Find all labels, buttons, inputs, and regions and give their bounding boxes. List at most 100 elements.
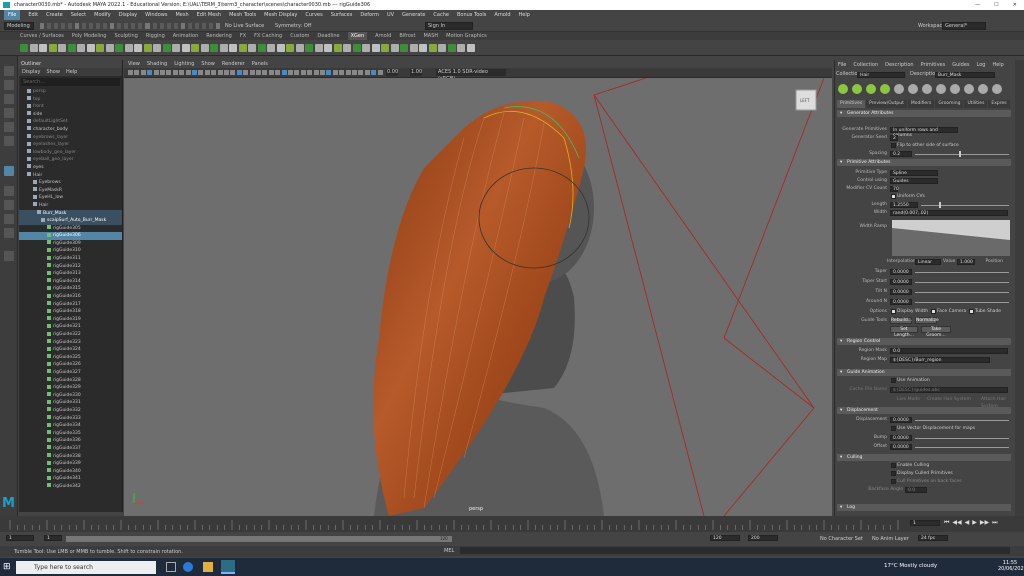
- menu-bonus-tools[interactable]: Bonus Tools: [457, 10, 486, 20]
- menu-select[interactable]: Select: [71, 10, 86, 20]
- shelf-tab-xgen[interactable]: XGen: [347, 32, 368, 40]
- menu-display[interactable]: Display: [119, 10, 137, 20]
- shelf-tool-icon[interactable]: [181, 44, 190, 52]
- outliner-row[interactable]: eyelashes_layer: [19, 141, 122, 149]
- status-tool-icon[interactable]: [89, 23, 94, 29]
- cv-field[interactable]: 70: [890, 186, 899, 192]
- anim-layer[interactable]: No Anim Layer: [872, 535, 909, 543]
- xgen-tab-preview-output[interactable]: Preview/Output: [866, 100, 907, 108]
- shelf-tab-rigging[interactable]: Rigging: [146, 32, 165, 40]
- outliner-row[interactable]: rigGuide314: [19, 278, 122, 286]
- viewport-tool-icon[interactable]: [230, 70, 236, 75]
- outliner-row[interactable]: rigGuide309: [19, 240, 122, 248]
- outliner-row[interactable]: Hair: [19, 202, 122, 210]
- section-generator[interactable]: Generator Attributes: [837, 110, 1011, 117]
- rotate-tool-icon[interactable]: [4, 122, 14, 132]
- menu-mesh[interactable]: Mesh: [175, 10, 188, 20]
- displacement-field[interactable]: 0.0000: [890, 417, 912, 423]
- shelf-tool-icon[interactable]: [39, 44, 47, 52]
- taskbar-search-input[interactable]: Type here to search: [16, 561, 156, 574]
- status-tool-icon[interactable]: [75, 23, 80, 29]
- status-tool-icon[interactable]: [159, 23, 164, 29]
- outliner-row[interactable]: eyebrows_layer: [19, 134, 122, 142]
- shelf-tool-icon[interactable]: [409, 44, 418, 52]
- shelf-tool-icon[interactable]: [172, 44, 180, 52]
- viewport-tool-icon[interactable]: [198, 70, 204, 75]
- xgen-tool-icon[interactable]: [908, 84, 918, 94]
- viewport-tool-icon[interactable]: [281, 70, 287, 75]
- around-field[interactable]: 0.0000: [890, 299, 912, 305]
- xgen-tool-icon[interactable]: [992, 84, 1002, 94]
- gen-seed-field[interactable]: 2: [890, 135, 898, 141]
- outliner-row[interactable]: rigGuide312: [19, 263, 122, 271]
- end-frame-field[interactable]: 200: [748, 535, 778, 541]
- section-log[interactable]: Log: [837, 504, 1011, 511]
- outliner-row[interactable]: rigGuide305: [19, 225, 122, 233]
- taper-start-slider[interactable]: [915, 282, 1009, 283]
- shelf-tool-icon[interactable]: [248, 44, 256, 52]
- shelf-tool-icon[interactable]: [86, 44, 95, 52]
- shelf-tool-icon[interactable]: [96, 44, 104, 52]
- outliner-row[interactable]: scalpSurf_Auto_Burr_Mask: [19, 217, 122, 225]
- display-culled-checkbox[interactable]: [891, 471, 896, 476]
- layout-graph-icon[interactable]: [4, 228, 14, 238]
- lasso-tool-icon[interactable]: [4, 80, 14, 90]
- taper-field[interactable]: 0.0000: [890, 269, 912, 275]
- shelf-tab-poly-modeling[interactable]: Poly Modeling: [72, 32, 107, 40]
- outliner-row[interactable]: Eyebrows: [19, 179, 122, 187]
- viewport-tool-icon[interactable]: [172, 70, 178, 75]
- rebuild-button[interactable]: Rebuild...: [890, 317, 912, 324]
- xgen-tab-utilities[interactable]: Utilities: [964, 100, 988, 108]
- viewport-tool-icon[interactable]: [364, 70, 370, 75]
- region-mask-field[interactable]: 0.0: [890, 348, 1008, 354]
- shelf-tool-icon[interactable]: [400, 44, 408, 52]
- offset-field[interactable]: 0.0000: [890, 444, 912, 450]
- shelf-tool-icon[interactable]: [162, 44, 171, 52]
- shelf-tab-custom[interactable]: Custom: [290, 32, 309, 40]
- outliner-row[interactable]: rigGuide340: [19, 468, 122, 476]
- shelf-tool-icon[interactable]: [153, 44, 161, 52]
- shelf-tool-icon[interactable]: [210, 44, 218, 52]
- xgen-tool-icon[interactable]: [964, 84, 974, 94]
- offset-slider[interactable]: [915, 447, 1009, 448]
- outliner-row[interactable]: rigGuide339: [19, 460, 122, 468]
- edge-icon[interactable]: [183, 562, 193, 572]
- shelf-tool-icon[interactable]: [305, 44, 313, 52]
- shelf-tool-icon[interactable]: [333, 44, 342, 52]
- menu-edit[interactable]: Edit: [28, 10, 38, 20]
- width-field[interactable]: rand(0.007,.02): [890, 210, 1008, 216]
- status-tool-icon[interactable]: [82, 23, 87, 29]
- length-field[interactable]: 1.2550: [890, 202, 918, 208]
- set-length-button[interactable]: Set Length...: [890, 326, 918, 338]
- status-tool-icon[interactable]: [40, 23, 45, 29]
- menu-windows[interactable]: Windows: [145, 10, 167, 20]
- section-primitive[interactable]: Primitive Attributes: [837, 159, 1011, 166]
- minimize-icon[interactable]: —: [975, 0, 980, 10]
- shelf-tab-sculpting[interactable]: Sculpting: [114, 32, 137, 40]
- mel-label[interactable]: MEL: [444, 547, 454, 555]
- viewport-tool-icon[interactable]: [249, 70, 255, 75]
- clock[interactable]: 11:55 20/06/2022: [998, 560, 1024, 572]
- time-slider[interactable]: 1 ⏮ ◀◀ ◀ ▶ ▶▶ ⏭: [0, 516, 1024, 532]
- xgen-tab-grooming[interactable]: Grooming: [935, 100, 964, 108]
- shelf-tool-icon[interactable]: [229, 44, 237, 52]
- shelf-tool-icon[interactable]: [257, 44, 266, 52]
- viewport-tool-icon[interactable]: [332, 70, 338, 75]
- xgen-tool-icon[interactable]: [922, 84, 932, 94]
- outliner-row[interactable]: top: [19, 96, 122, 104]
- shelf-tool-icon[interactable]: [29, 44, 38, 52]
- shelf-tool-icon[interactable]: [77, 44, 85, 52]
- shelf-tool-icon[interactable]: [419, 44, 427, 52]
- side-tabs[interactable]: [1015, 60, 1024, 516]
- outliner-row[interactable]: rigGuide323: [19, 339, 122, 347]
- outliner-row[interactable]: rigGuide316: [19, 293, 122, 301]
- shelf-tab-mash[interactable]: MASH: [423, 32, 438, 40]
- status-tool-icon[interactable]: [194, 23, 199, 29]
- status-tool-icon[interactable]: [68, 23, 73, 29]
- outliner-row[interactable]: eyes: [19, 164, 122, 172]
- shelf-tool-icon[interactable]: [48, 44, 57, 52]
- viewport-tool-icon[interactable]: [307, 70, 313, 75]
- go-start-icon[interactable]: ⏮: [944, 519, 949, 527]
- cache-field[interactable]: ${DESC}/guides.abc: [890, 387, 1008, 393]
- viewport-tool-icon[interactable]: [179, 70, 185, 75]
